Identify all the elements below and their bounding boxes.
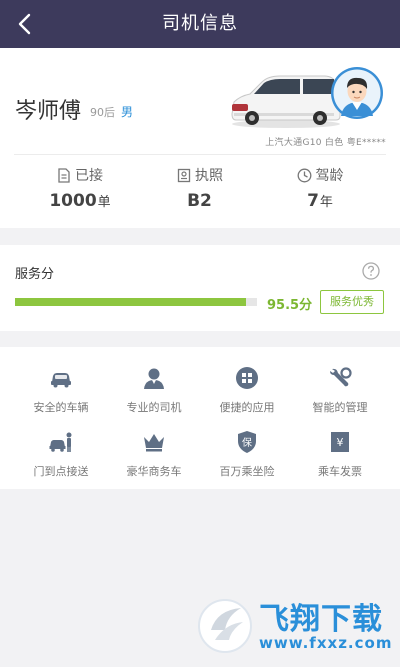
driver-name: 岑师傅 — [15, 99, 82, 124]
driver-info-card: 岑师傅 90后 男 上汽大通G10 白色 粤E***** 已接 1000单 执照… — [0, 48, 400, 228]
stat-label: 已接 — [75, 168, 103, 184]
stat-label: 驾龄 — [315, 168, 344, 184]
feature-item[interactable]: ¥ 乘车发票 — [292, 429, 388, 479]
watermark-logo-icon — [198, 599, 252, 653]
feature-item[interactable]: 保 百万乘坐险 — [199, 429, 295, 479]
invoice-icon: ¥ — [331, 432, 349, 452]
driver-gender: 男 — [121, 105, 134, 119]
stat-driving-years: 驾龄 7年 — [260, 166, 380, 211]
driver-age-tag: 90后 — [90, 106, 115, 119]
wrench-icon — [330, 367, 352, 387]
insurance-icon: 保 — [238, 431, 256, 453]
top-nav-bar: 司机信息 — [0, 0, 400, 48]
feature-item[interactable]: 门到点接送 — [13, 429, 109, 479]
help-icon[interactable] — [361, 261, 381, 281]
divider — [14, 154, 386, 155]
stat-value: 1000 — [49, 191, 97, 211]
service-score-progress-bar — [15, 298, 257, 306]
car-image — [231, 75, 341, 128]
service-score-card: 服务分 95.5分 服务优秀 — [0, 245, 400, 331]
feature-item[interactable]: 安全的车辆 — [13, 365, 109, 415]
feature-label: 便捷的应用 — [219, 401, 275, 414]
watermark-title: 飞翔下载 — [259, 602, 383, 637]
page-title: 司机信息 — [162, 13, 238, 34]
stat-label: 执照 — [195, 168, 223, 184]
crown-icon — [144, 434, 164, 452]
apps-icon — [236, 367, 258, 389]
clock-icon — [297, 168, 311, 183]
driver-icon — [144, 368, 164, 389]
stat-orders: 已接 1000单 — [20, 166, 140, 211]
feature-label: 乘车发票 — [318, 465, 362, 478]
stat-value: 7 — [307, 191, 319, 211]
stat-value: B2 — [187, 191, 212, 211]
stat-unit: 年 — [319, 195, 333, 210]
feature-item[interactable]: 便捷的应用 — [199, 365, 295, 415]
feature-item[interactable]: 专业的司机 — [106, 365, 202, 415]
feature-item[interactable]: 智能的管理 — [292, 365, 388, 415]
feature-label: 智能的管理 — [312, 401, 368, 414]
car-icon — [51, 373, 71, 388]
stat-license: 执照 B2 — [140, 166, 260, 211]
pickup-icon — [49, 432, 72, 452]
service-score-progress-fill — [15, 298, 247, 306]
order-icon — [58, 168, 70, 183]
watermark: 飞翔下载 www.fxxz.com — [197, 594, 393, 658]
license-icon — [177, 168, 191, 183]
driver-avatar — [331, 67, 383, 119]
stat-unit: 单 — [97, 195, 111, 210]
feature-label: 安全的车辆 — [33, 401, 89, 414]
service-score-value: 95.5分 — [267, 298, 313, 313]
feature-label: 专业的司机 — [126, 401, 182, 414]
feature-item[interactable]: 豪华商务车 — [106, 429, 202, 479]
feature-label: 门到点接送 — [33, 465, 89, 478]
svg-text:¥: ¥ — [337, 436, 344, 449]
service-score-label: 服务分 — [15, 267, 55, 282]
car-info-text: 上汽大通G10 白色 粤E***** — [265, 138, 386, 148]
service-rating-badge[interactable]: 服务优秀 — [320, 290, 384, 314]
watermark-url: www.fxxz.com — [259, 634, 393, 652]
feature-label: 百万乘坐险 — [219, 465, 275, 478]
features-grid: 安全的车辆 专业的司机 便捷的应用 智能的管理 门到点接送 豪华商务车 保 百万… — [0, 347, 400, 489]
feature-label: 豪华商务车 — [126, 465, 182, 478]
svg-text:保: 保 — [242, 436, 252, 449]
